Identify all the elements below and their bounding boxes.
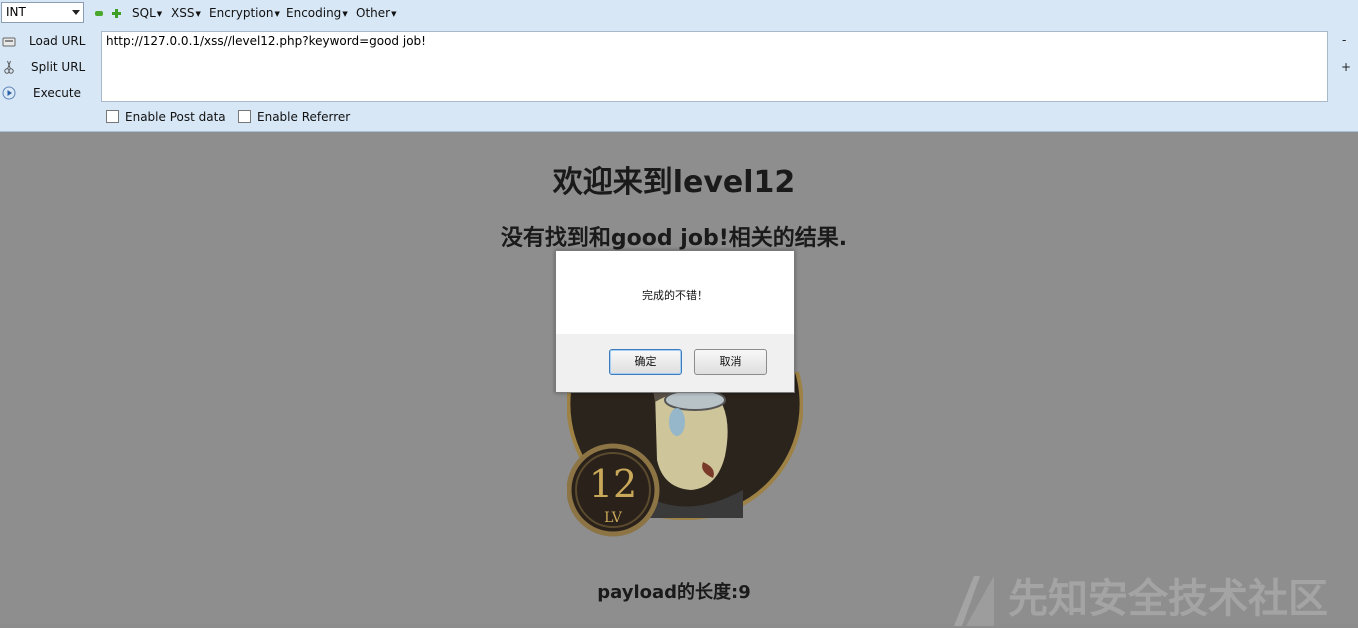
dropdown-arrow-icon: ▼ xyxy=(195,9,201,18)
dropdown-arrow-icon: ▼ xyxy=(274,9,280,18)
menu-encoding-label: Encoding xyxy=(286,6,342,20)
dropdown-arrow-icon: ▼ xyxy=(391,9,397,18)
increase-icon[interactable] xyxy=(112,9,121,18)
load-url-button[interactable]: Load URL xyxy=(0,31,95,53)
dialog-message: 完成的不错！ xyxy=(642,289,708,302)
enable-post-label: Enable Post data xyxy=(125,110,226,124)
ok-button[interactable]: 确定 xyxy=(609,349,682,375)
type-select-value: INT xyxy=(6,5,26,19)
execute-button[interactable]: Execute xyxy=(0,83,95,105)
level-badge-image: 12 LV xyxy=(567,372,803,537)
search-result-text: 没有找到和good job!相关的结果. xyxy=(500,226,848,251)
badge-lv: LV xyxy=(604,510,623,526)
dialog-body: 完成的不错！ xyxy=(556,251,794,334)
page-title: 欢迎来到level12 xyxy=(552,165,796,200)
watermark-logo-icon xyxy=(954,576,994,626)
watermark-text: 先知安全技术社区 xyxy=(1008,576,1328,622)
scissors-icon xyxy=(4,60,14,74)
page-content: 欢迎来到level12 没有找到和good job!相关的结果. 12 LV p… xyxy=(0,132,1358,626)
dropdown-arrow-icon: ▼ xyxy=(156,9,163,18)
url-input[interactable]: http://127.0.0.1/xss//level12.php?keywor… xyxy=(101,31,1328,102)
menu-encryption-label: Encryption xyxy=(209,6,274,20)
shrink-button[interactable]: - xyxy=(1342,33,1346,47)
watermark: 先知安全技术社区 xyxy=(950,566,1328,628)
enable-referrer-checkbox[interactable]: Enable Referrer xyxy=(238,110,350,124)
type-select[interactable]: INT xyxy=(1,2,84,23)
expand-button[interactable]: + xyxy=(1341,60,1351,74)
menu-xss[interactable]: XSS▼ xyxy=(171,6,201,20)
load-url-label: Load URL xyxy=(29,34,86,48)
menu-encoding[interactable]: Encoding▼ xyxy=(286,6,348,20)
execute-label: Execute xyxy=(33,86,81,100)
play-icon xyxy=(2,86,16,100)
menu-other-label: Other xyxy=(356,6,391,20)
cancel-button[interactable]: 取消 xyxy=(694,349,767,375)
checkbox-icon xyxy=(238,110,251,123)
load-url-icon xyxy=(2,37,16,47)
menu-encryption[interactable]: Encryption▼ xyxy=(209,6,280,20)
hackbar-toolbar: INT SQL▼ XSS▼ Encryption▼ Encoding▼ Othe… xyxy=(0,0,1358,132)
chevron-down-icon xyxy=(72,10,80,15)
enable-post-checkbox[interactable]: Enable Post data xyxy=(106,110,226,124)
checkbox-icon xyxy=(106,110,119,123)
menu-other[interactable]: Other▼ xyxy=(356,6,396,20)
menu-sql-label: SQL xyxy=(132,6,156,20)
menu-xss-label: XSS xyxy=(171,6,195,20)
decrease-icon[interactable] xyxy=(95,11,103,16)
badge-number: 12 xyxy=(589,462,637,506)
split-url-button[interactable]: Split URL xyxy=(0,57,95,79)
alert-dialog: 完成的不错！ 确定 取消 xyxy=(555,250,795,393)
dropdown-arrow-icon: ▼ xyxy=(342,9,348,18)
enable-referrer-label: Enable Referrer xyxy=(257,110,351,124)
split-url-label: Split URL xyxy=(31,60,86,74)
menu-sql[interactable]: SQL▼ xyxy=(132,6,162,20)
